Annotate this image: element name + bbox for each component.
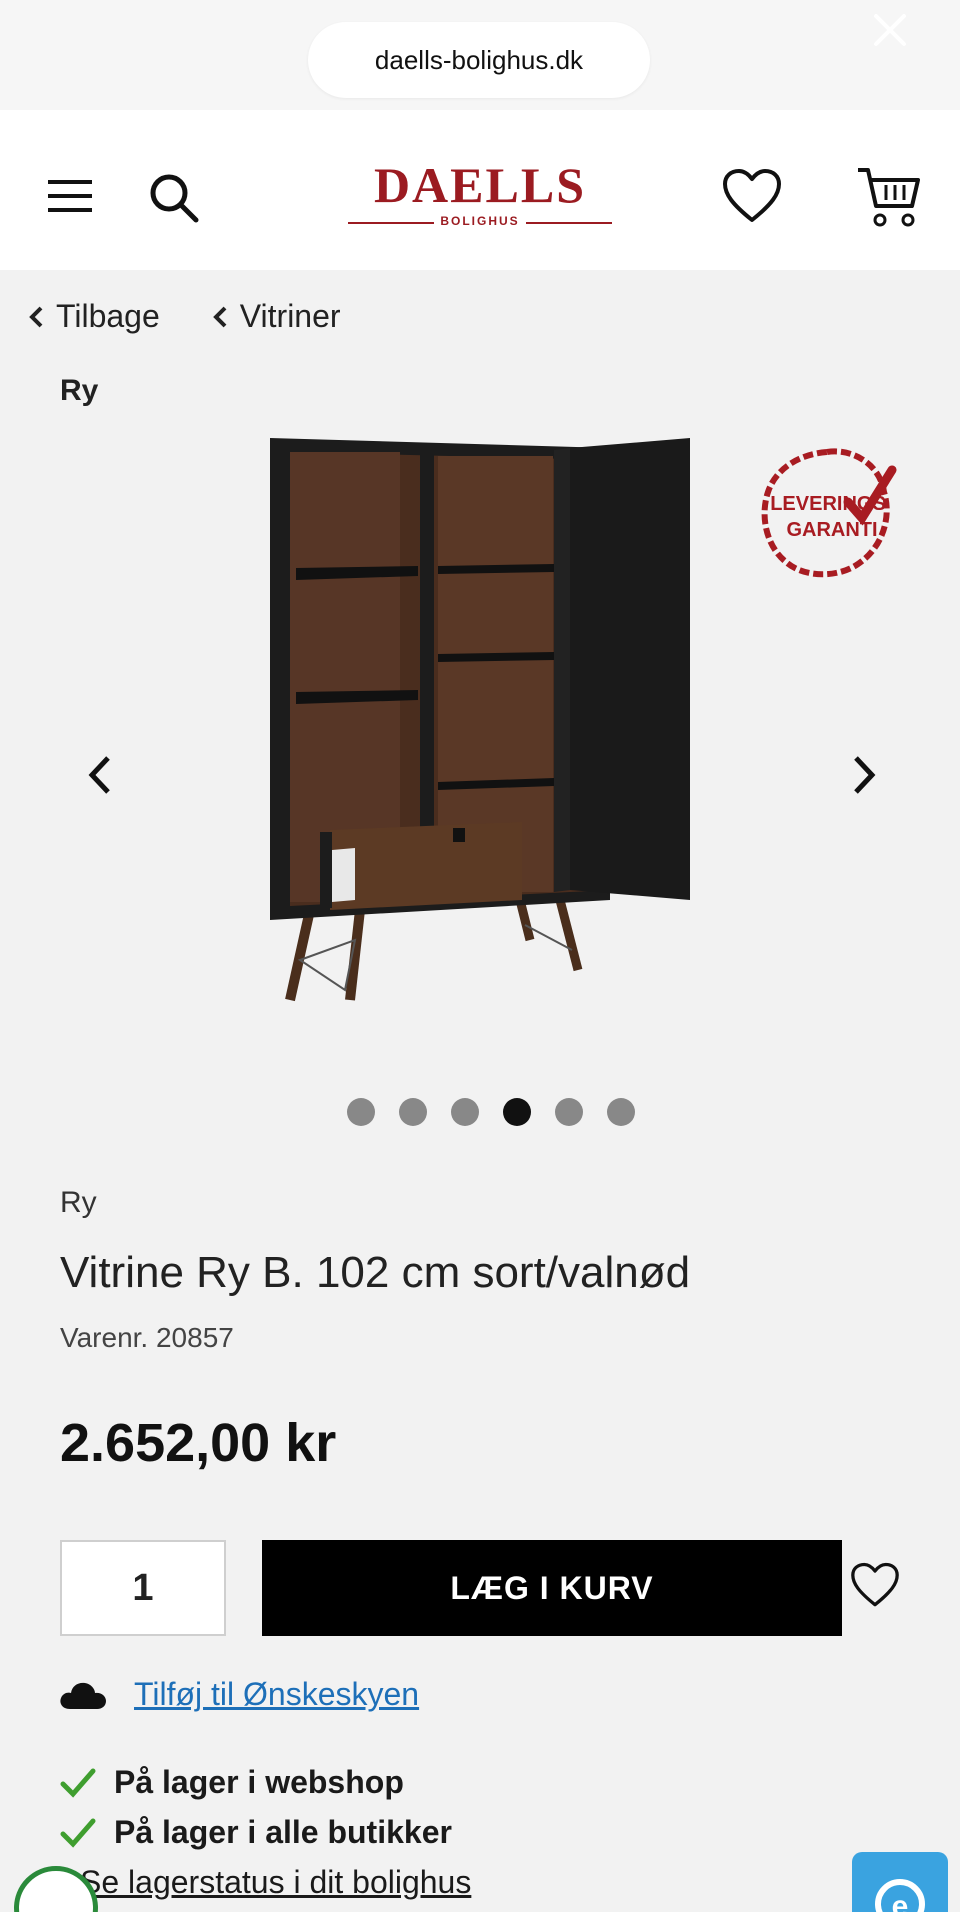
add-to-cart-button[interactable]: LÆG I KURV [262,1540,842,1636]
badge-line1: LEVERINGS [770,493,886,515]
gallery-pager [0,1098,960,1126]
svg-text:e: e [892,1890,909,1912]
product-brand[interactable]: Ry [60,1186,97,1220]
wishlist-heart-icon[interactable] [850,1562,900,1608]
site-header: DAELLS BOLIGHUS [0,110,960,270]
cloud-icon [60,1682,106,1709]
stock-stores: På lager i alle butikker [60,1814,452,1851]
pager-dot[interactable] [555,1098,583,1126]
product-sku: Varenr. 20857 [60,1322,234,1353]
quantity-input[interactable]: 1 [60,1540,226,1636]
browser-bar: daells-bolighus.dk [0,0,960,110]
check-icon [60,1768,96,1798]
wishlist-link[interactable]: Tilføj til Ønskeskyen [134,1676,419,1713]
back-label: Tilbage [56,298,160,334]
menu-icon[interactable] [48,178,92,214]
product-gallery[interactable]: LEVERINGS GARANTI [0,420,960,1020]
next-slide-icon[interactable] [844,750,884,800]
emaerket-badge-icon[interactable]: e [852,1852,948,1912]
badge-line2: GARANTI [786,519,877,541]
cart-icon[interactable] [856,166,922,230]
prev-slide-icon[interactable] [80,750,120,800]
product-price: 2.652,00 kr [60,1413,337,1473]
url-bar[interactable]: daells-bolighus.dk [308,22,650,98]
pager-dot[interactable] [399,1098,427,1126]
pager-dot[interactable] [347,1098,375,1126]
logo-subtitle: BOLIGHUS [434,214,526,228]
stock-webshop: På lager i webshop [60,1764,404,1801]
back-link[interactable]: Tilbage [28,298,160,335]
product-title: Vitrine Ry B. 102 cm sort/valnød [60,1248,691,1297]
store-stock-link[interactable]: Se lagerstatus i dit bolighus [80,1864,471,1901]
search-icon[interactable] [148,172,200,224]
pager-dot-active[interactable] [503,1098,531,1126]
brand-label[interactable]: Ry [60,374,98,408]
close-icon[interactable] [868,8,912,52]
check-icon [60,1818,96,1848]
pager-dot[interactable] [607,1098,635,1126]
category-label: Vitriner [239,298,341,334]
breadcrumb: Tilbage Vitriner [28,298,341,335]
wishlist-row: Tilføj til Ønskeskyen [58,1676,419,1713]
product-image [270,438,690,1002]
logo-wordmark: DAELLS [373,157,587,213]
pager-dot[interactable] [451,1098,479,1126]
stock-stores-text: På lager i alle butikker [114,1814,452,1850]
site-logo[interactable]: DAELLS BOLIGHUS [340,160,620,236]
heart-icon[interactable] [722,168,782,224]
category-link[interactable]: Vitriner [212,298,341,335]
chevron-left-icon [212,306,227,327]
delivery-guarantee-badge: LEVERINGS GARANTI [761,448,897,578]
chevron-left-icon [29,306,43,327]
stock-webshop-text: På lager i webshop [114,1764,404,1800]
